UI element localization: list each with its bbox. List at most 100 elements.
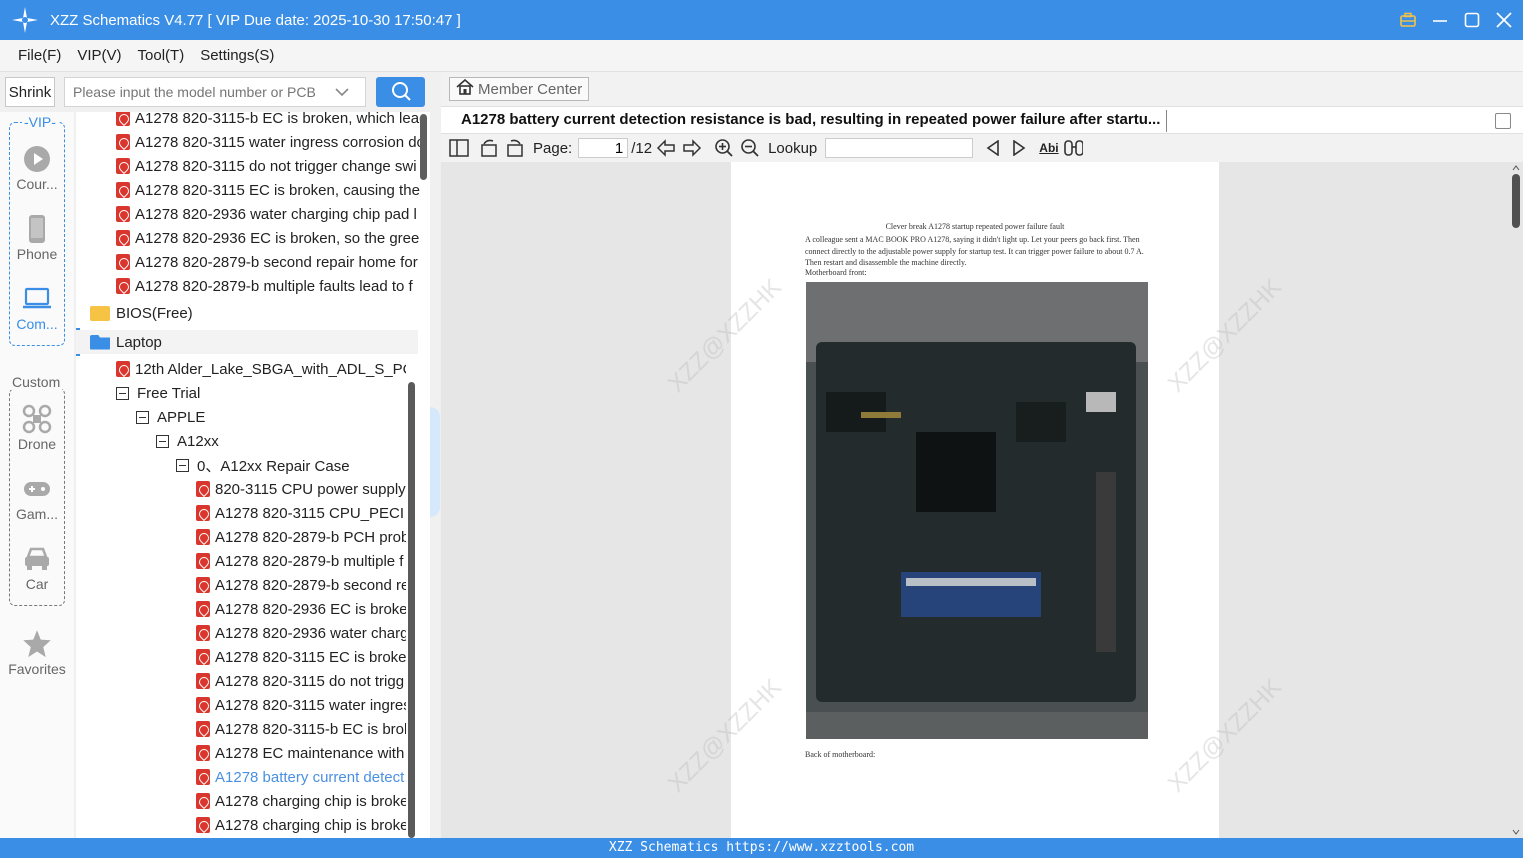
match-case-button[interactable]: Abi xyxy=(1039,141,1058,155)
tree-item[interactable]: A1278 820-2879-b PCH prob xyxy=(196,525,406,549)
pane-splitter[interactable] xyxy=(430,112,440,838)
tree-item[interactable]: A1278 820-3115-b EC is brok xyxy=(196,717,406,741)
tree-node-repair-case[interactable]: 0、A12xx Repair Case xyxy=(176,453,406,477)
tree-item[interactable]: A1278 charging chip is broke xyxy=(196,789,406,813)
tree-node-free-trial[interactable]: Free Trial xyxy=(116,381,406,405)
minimize-icon[interactable] xyxy=(1431,11,1449,29)
tree-folder-laptop[interactable]: Laptop xyxy=(76,330,418,354)
viewer-scrollbar[interactable] xyxy=(1511,162,1521,838)
nav-car[interactable]: Car xyxy=(0,544,74,592)
tree-item[interactable]: A1278 820-2936 EC is broker xyxy=(196,597,406,621)
next-page-icon[interactable] xyxy=(682,138,702,158)
zoom-in-icon[interactable] xyxy=(714,138,734,158)
lookup-input[interactable] xyxy=(825,138,974,158)
pdf-icon xyxy=(196,529,210,545)
drone-icon xyxy=(0,404,74,434)
tree-item[interactable]: A1278 820-3115 water ingres xyxy=(196,693,406,717)
star-icon xyxy=(0,629,74,659)
status-bar: XZZ Schematics https://www.xzztools.com xyxy=(0,838,1523,858)
search-input[interactable] xyxy=(65,79,335,105)
pdf-icon xyxy=(196,673,210,689)
pdf-icon xyxy=(196,505,210,521)
page-heading: Clever break A1278 startup repeated powe… xyxy=(885,222,1065,231)
maximize-icon[interactable] xyxy=(1463,11,1481,29)
tree-item[interactable]: A1278 820-3115 do not trigg xyxy=(196,669,406,693)
nav-course[interactable]: Cour... xyxy=(0,144,74,192)
pdf-viewer[interactable]: Clever break A1278 startup repeated powe… xyxy=(441,162,1523,838)
menu-vip[interactable]: VIP(V) xyxy=(77,47,121,64)
page-total: /12 xyxy=(631,139,653,157)
pdf-icon xyxy=(196,769,210,785)
member-center-button[interactable]: Member Center xyxy=(449,77,590,101)
tree-item[interactable]: A1278 charging chip is broke xyxy=(196,813,406,837)
tree-item[interactable]: A1278 820-3115 water ingress corrosion d… xyxy=(116,130,420,154)
tree-item[interactable]: A1278 820-2936 water charg xyxy=(196,621,406,645)
pdf-icon xyxy=(196,481,210,497)
page-label: Page: xyxy=(533,139,573,157)
title-bar: XZZ Schematics V4.77 [ VIP Due date: 202… xyxy=(0,0,1523,40)
tree-item[interactable]: A1278 820-2879-b multiple faults lead to… xyxy=(116,274,420,298)
back-caption: Back of motherboard: xyxy=(805,750,876,759)
nav-drone[interactable]: Drone xyxy=(0,404,74,452)
collapse-grip[interactable] xyxy=(430,407,440,517)
tree-item[interactable]: A1278 820-3115 do not trigger change swi xyxy=(116,154,420,178)
pdf-page: Clever break A1278 startup repeated powe… xyxy=(731,162,1219,838)
collapse-icon[interactable] xyxy=(156,434,169,448)
tree-node-apple[interactable]: APPLE xyxy=(136,405,406,429)
previous-page-icon[interactable] xyxy=(656,138,676,158)
nav-favorites[interactable]: Favorites xyxy=(0,629,74,677)
nav-computer[interactable]: Com... xyxy=(0,284,74,332)
tree-item[interactable]: A1278 820-2936 EC is broken, so the gree… xyxy=(116,226,420,250)
app-logo-icon xyxy=(12,7,38,33)
menu-tool[interactable]: Tool(T) xyxy=(138,47,185,64)
search-button[interactable] xyxy=(376,77,425,107)
tree-item[interactable]: A1278 820-3115 EC is broken, causing the xyxy=(116,178,420,202)
sidebar-toggle-icon[interactable] xyxy=(449,138,469,158)
upper-scroll-thumb[interactable] xyxy=(420,114,427,180)
pdf-icon xyxy=(196,745,210,761)
close-icon[interactable] xyxy=(1495,11,1513,29)
tree-item[interactable]: A1278 EC maintenance with xyxy=(196,741,406,765)
pdf-icon xyxy=(196,577,210,593)
zoom-out-icon[interactable] xyxy=(740,138,760,158)
find-previous-icon[interactable] xyxy=(983,138,1003,158)
tree-item[interactable]: A1278 820-2936 water charging chip pad l xyxy=(116,202,420,226)
page-paragraph: A colleague sent a MAC BOOK PRO A1278, s… xyxy=(805,235,1144,267)
tree-node-a12xx[interactable]: A12xx xyxy=(156,429,406,453)
tree-item[interactable]: A1278 820-2879-b second repair home for xyxy=(116,250,420,274)
nav-phone[interactable]: Phone xyxy=(0,214,74,262)
collapse-icon[interactable] xyxy=(116,386,129,400)
motherboard-photo xyxy=(806,282,1148,739)
shrink-button[interactable]: Shrink xyxy=(5,77,55,107)
tree-item[interactable]: 820-3115 CPU power supply xyxy=(196,477,406,501)
pdf-icon xyxy=(116,278,130,294)
tree-item[interactable]: A1278 820-2879-b multiple f xyxy=(196,549,406,573)
page-number-input[interactable] xyxy=(578,138,629,158)
find-next-icon[interactable] xyxy=(1009,138,1029,158)
nav-game[interactable]: Gam... xyxy=(0,474,74,522)
tree-item[interactable]: A1278 820-3115 EC is broker xyxy=(196,645,406,669)
rotate-right-icon[interactable] xyxy=(505,138,525,158)
tree-item[interactable]: A1278 820-3115 CPU_PECI B xyxy=(196,501,406,525)
car-icon xyxy=(0,544,74,574)
collapse-icon[interactable] xyxy=(136,410,149,424)
tree-item[interactable]: A1278 820-2879-b second re xyxy=(196,573,406,597)
tree-item-selected[interactable]: A1278 battery current detect xyxy=(196,765,406,789)
close-document-icon[interactable] xyxy=(1495,113,1511,129)
menu-settings[interactable]: Settings(S) xyxy=(200,47,274,64)
tree-folder-bios[interactable]: BIOS(Free) xyxy=(90,301,420,325)
chevron-down-icon[interactable] xyxy=(335,84,349,100)
tree-item[interactable]: A1278 820-3115-b EC is broken, which lea… xyxy=(116,112,420,130)
pdf-icon xyxy=(116,134,130,150)
collapse-icon[interactable] xyxy=(176,458,189,472)
rotate-left-icon[interactable] xyxy=(479,138,499,158)
tree-item[interactable]: 12th Alder_Lake_SBGA_with_ADL_S_PCH_ xyxy=(116,357,406,381)
document-title[interactable]: A1278 battery current detection resistan… xyxy=(461,111,1160,128)
search-icon xyxy=(391,81,411,104)
home-icon xyxy=(456,78,474,99)
vip-briefcase-icon[interactable] xyxy=(1399,11,1417,29)
menu-file[interactable]: File(F) xyxy=(18,47,61,64)
binoculars-icon[interactable] xyxy=(1063,138,1083,158)
lower-scroll-thumb[interactable] xyxy=(408,382,415,838)
title-divider xyxy=(1166,110,1167,132)
